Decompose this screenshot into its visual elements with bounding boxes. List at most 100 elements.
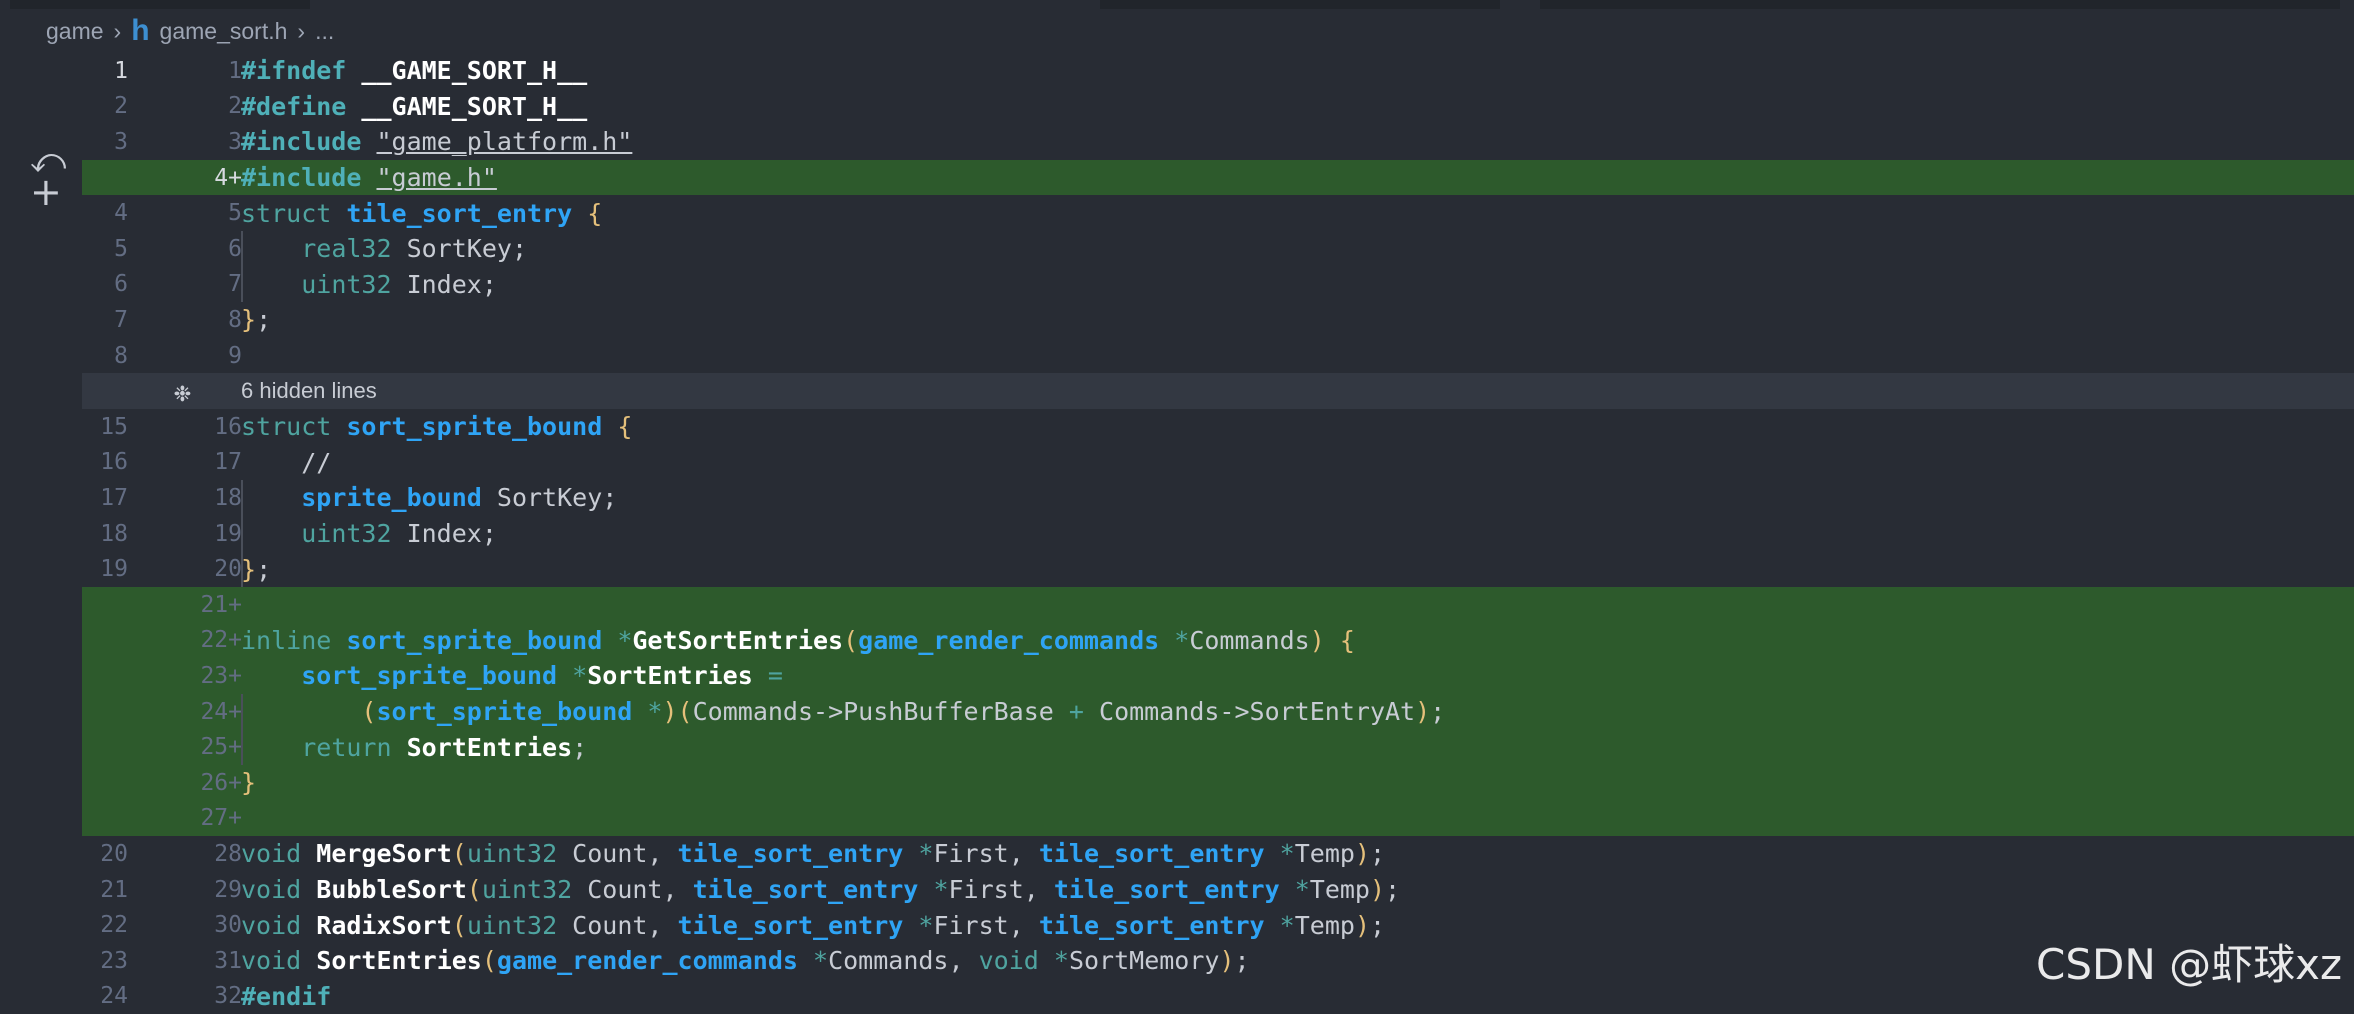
line-code: inline sort_sprite_bound *GetSortEntries… [241, 625, 1355, 655]
expand-hunk-icon[interactable]: + [30, 173, 62, 211]
breadcrumb-folder[interactable]: game [46, 18, 104, 45]
indent-guide [241, 693, 243, 765]
added-line[interactable]: 27+ [82, 800, 2354, 837]
added-line[interactable]: 4+ #include "game.h" [82, 159, 2354, 196]
tab-segment[interactable] [1540, 0, 2340, 9]
watermark: CSDN @虾球xz [2036, 940, 2342, 989]
code-line[interactable]: 5 6 real32 SortKey; [82, 231, 2354, 267]
code-line[interactable]: 89 [82, 338, 2354, 374]
added-line[interactable]: 24+ (sort_sprite_bound *)(Commands->Push… [82, 693, 2354, 730]
tab-segment[interactable] [1100, 0, 1500, 9]
line-code: real32 SortKey; [301, 234, 527, 264]
line-code: #include "game.h" [241, 163, 497, 193]
code-line[interactable]: 7 8}; [82, 302, 2354, 338]
old-line-number: 6 [114, 271, 128, 298]
breadcrumb-symbol[interactable]: ... [315, 18, 334, 45]
new-line-number: 2 [228, 93, 242, 120]
code-line[interactable]: 19 20}; [82, 551, 2354, 587]
new-line-number: 23+ [200, 662, 242, 689]
indent-guide [241, 480, 243, 587]
tab-strip [0, 0, 2354, 9]
header-file-icon: h [131, 14, 150, 47]
added-line[interactable]: 22+ inline sort_sprite_bound *GetSortEntr… [82, 622, 2354, 659]
code-line[interactable]: 2 2 #define __GAME_SORT_H__ [82, 89, 2354, 125]
chevron-right-icon: › [297, 17, 306, 44]
line-code: }; [241, 305, 272, 335]
old-line-number: 7 [114, 306, 128, 333]
line-code: sort_sprite_bound *SortEntries = [301, 661, 783, 691]
line-code: struct tile_sort_entry { [241, 198, 603, 228]
line-code: #ifndef __GAME_SORT_H__ [241, 56, 588, 86]
code-line[interactable]: 1 1 #ifndef __GAME_SORT_H__ [82, 53, 2354, 89]
tab-segment[interactable] [10, 0, 310, 9]
new-line-number: 1 [228, 57, 242, 84]
diff-gutter-strip: ⤺ + [0, 53, 82, 1006]
breadcrumb: game › h game_sort.h › ... [0, 9, 2354, 53]
code-line[interactable]: 4 5 struct tile_sort_entry { [82, 195, 2354, 231]
old-line-number: 15 [100, 413, 128, 440]
old-line-number: 20 [100, 840, 128, 867]
diff-editor[interactable]: 1 1 #ifndef __GAME_SORT_H__ 2 2 #define __GAM… [82, 53, 2354, 1011]
line-code: } [241, 768, 257, 798]
line-code: }; [241, 554, 272, 584]
old-line-number: 1 [114, 57, 128, 84]
old-line-number: 17 [100, 484, 128, 511]
old-line-number: 2 [114, 93, 128, 120]
unfold-icon[interactable]: ❉ [174, 375, 191, 408]
added-line[interactable]: 21+ [82, 587, 2354, 623]
old-line-number: 3 [114, 128, 128, 155]
line-code: (sort_sprite_bound *)(Commands->PushBuff… [361, 697, 1446, 727]
code-line[interactable]: 17 18 sprite_bound SortKey; [82, 480, 2354, 516]
old-line-number: 4 [114, 200, 128, 227]
line-code: uint32 Index; [301, 269, 497, 299]
line-code: uint32 Index; [301, 519, 497, 549]
old-line-number: 19 [100, 556, 128, 583]
old-line-number: 5 [114, 235, 128, 262]
old-line-number: 16 [100, 449, 128, 476]
new-line-number: 21+ [200, 591, 242, 618]
code-line[interactable]: 24 32 #endif [82, 979, 2354, 1014]
old-line-number: 18 [100, 520, 128, 547]
indent-guide [241, 231, 243, 303]
code-line[interactable]: 20 28 void MergeSort(uint32 Count, tile_so… [82, 836, 2354, 872]
code-line[interactable]: 3 3 #include "game_platform.h" [82, 124, 2354, 160]
line-code: #endif [241, 981, 332, 1011]
old-line-number: 21 [100, 876, 128, 903]
new-line-number: 31 [214, 947, 242, 974]
code-line[interactable]: 23 31 void SortEntries(game_render_command… [82, 943, 2354, 979]
new-line-number: 19 [214, 520, 242, 547]
new-line-number: 28 [214, 840, 242, 867]
new-line-number: 3 [228, 128, 242, 155]
line-code: // [241, 447, 332, 477]
line-code: void RadixSort(uint32 Count, tile_sort_e… [241, 910, 1386, 940]
hidden-lines-fold[interactable]: ❉ 6 hidden lines [82, 373, 2354, 409]
breadcrumb-file[interactable]: game_sort.h [160, 18, 288, 45]
line-code: return SortEntries; [301, 732, 588, 762]
added-line[interactable]: 26+} [82, 765, 2354, 801]
new-line-number: 26+ [200, 769, 242, 796]
added-line[interactable]: 25+ return SortEntries; [82, 729, 2354, 765]
new-line-number: 30 [214, 912, 242, 939]
code-line[interactable]: 15 16 struct sort_sprite_bound { [82, 409, 2354, 445]
new-line-number: 4+ [214, 164, 242, 191]
code-line[interactable]: 18 19 uint32 Index; [82, 516, 2354, 552]
added-line[interactable]: 23+ sort_sprite_bound *SortEntries = [82, 658, 2354, 694]
new-line-number: 17 [214, 449, 242, 476]
code-line[interactable]: 6 7 uint32 Index; [82, 267, 2354, 303]
old-line-number: 22 [100, 912, 128, 939]
chevron-right-icon: › [113, 17, 122, 44]
line-code: #include "game_platform.h" [241, 127, 633, 157]
old-line-number: 23 [100, 947, 128, 974]
new-line-number: 20 [214, 556, 242, 583]
old-line-number: 24 [100, 983, 128, 1010]
code-line[interactable]: 21 29 void BubbleSort(uint32 Count, tile_s… [82, 872, 2354, 908]
code-line[interactable]: 22 30 void RadixSort(uint32 Count, tile_so… [82, 907, 2354, 943]
new-line-number: 6 [228, 235, 242, 262]
old-line-number: 8 [114, 342, 128, 369]
line-code: #define __GAME_SORT_H__ [241, 91, 588, 121]
code-line[interactable]: 16 17 // [82, 445, 2354, 481]
new-line-number: 24+ [200, 698, 242, 725]
new-line-number: 5 [228, 200, 242, 227]
new-line-number: 8 [228, 306, 242, 333]
new-line-number: 25+ [200, 734, 242, 761]
